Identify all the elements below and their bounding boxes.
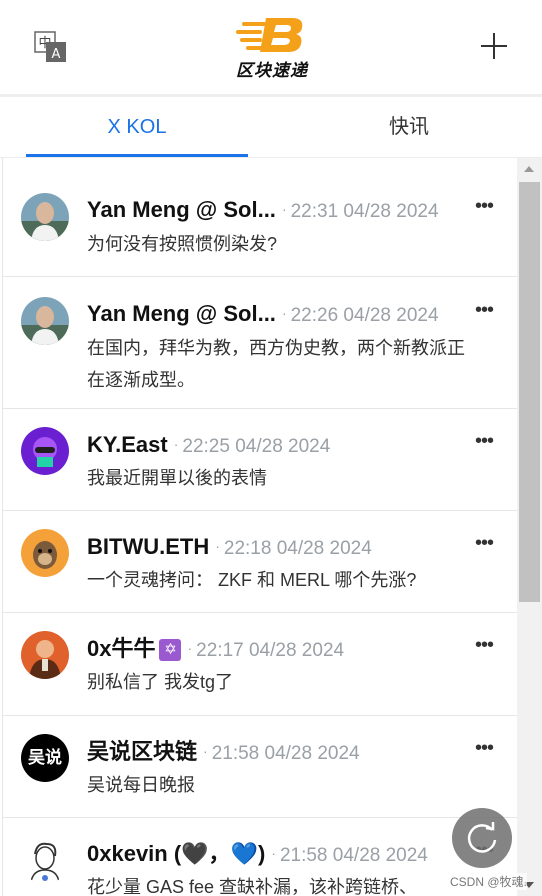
avatar[interactable] (21, 631, 69, 679)
avatar[interactable] (21, 193, 69, 241)
avatar[interactable] (21, 836, 69, 884)
post-header: BITWU.ETH · 22:18 04/28 2024 (87, 531, 467, 561)
svg-text:A: A (52, 47, 61, 62)
logo-b-icon (236, 18, 303, 52)
list-item[interactable]: KY.East · 22:25 04/28 2024 ••• 我最近開單以後的表情 (3, 409, 518, 511)
post-time: 22:26 04/28 2024 (290, 305, 439, 326)
more-options-icon[interactable]: ••• (471, 635, 497, 659)
post-content: 一个灵魂拷问： ZKF 和 MERL 哪个先涨? (87, 570, 417, 590)
post-time: 22:31 04/28 2024 (290, 201, 439, 222)
post-content: 我最近開單以後的表情 (87, 468, 267, 488)
more-options-icon[interactable]: ••• (471, 196, 497, 220)
post-time: 21:58 04/28 2024 (279, 845, 428, 866)
refresh-button[interactable] (452, 808, 512, 868)
tab-news[interactable]: 快讯 (298, 97, 520, 157)
list-item[interactable]: Yan Meng @ Sol... · 22:26 04/28 2024 ••• 在… (3, 277, 518, 409)
author-name[interactable]: Yan Meng @ Sol... (87, 301, 276, 326)
watermark-text: CSDN @牧魂. (450, 873, 527, 890)
separator-dot: · (203, 743, 208, 759)
scroll-up-arrow-icon[interactable] (524, 166, 534, 172)
tab-bar: X KOL 快讯 (0, 97, 542, 158)
post-time: 22:17 04/28 2024 (196, 640, 345, 661)
more-options-icon[interactable]: ••• (471, 738, 497, 762)
author-name[interactable]: 吴说区块链 (87, 739, 197, 764)
more-options-icon[interactable]: ••• (471, 431, 497, 455)
post-content: 花少量 GAS fee 查缺补漏，该补跨链桥、 (87, 877, 418, 896)
author-name[interactable]: 0xkevin (🖤，💙) (87, 841, 265, 866)
more-options-icon[interactable]: ••• (471, 533, 497, 557)
avatar[interactable] (21, 427, 69, 475)
verified-star-icon: ✡ (159, 639, 182, 661)
post-content: 在国内，拜华为教，西方伪史教，两个新教派正在逐渐成型。 (87, 338, 465, 390)
separator-dot: · (281, 305, 287, 321)
tab-x-kol[interactable]: X KOL (26, 97, 248, 157)
post-content: 吴说每日晚报 (87, 775, 195, 795)
separator-dot: · (281, 201, 287, 217)
post-content: 为何没有按照惯例染发? (87, 234, 278, 254)
post-header: Yan Meng @ Sol... · 22:26 04/28 2024 (87, 298, 467, 328)
translate-icon[interactable]: 中 A (34, 30, 68, 64)
avatar[interactable] (21, 297, 69, 345)
separator-dot: · (173, 436, 179, 452)
separator-dot: · (271, 845, 276, 861)
active-tab-indicator (26, 154, 248, 157)
scrollbar-thumb[interactable] (519, 182, 540, 602)
author-name[interactable]: Yan Meng @ Sol... (87, 197, 276, 222)
app-logo: 区块速递 (232, 12, 312, 81)
avatar-text: 吴说 (28, 748, 62, 768)
scrollbar[interactable] (517, 158, 542, 896)
add-icon[interactable] (478, 30, 510, 62)
kol-feed: Yan Meng @ Sol... · 22:31 04/28 2024 ••• 为… (2, 158, 518, 896)
post-header: 0x牛牛 ✡ · 22:17 04/28 2024 (87, 633, 467, 663)
list-item[interactable]: 吴说 吴说区块链 · 21:58 04/28 2024 ••• 吴说每日晚报 (3, 716, 518, 818)
author-name[interactable]: KY.East (87, 432, 168, 457)
separator-dot: · (187, 640, 193, 656)
author-name[interactable]: 0x牛牛 (87, 636, 155, 661)
post-time: 21:58 04/28 2024 (211, 743, 360, 764)
post-time: 22:25 04/28 2024 (182, 436, 331, 457)
post-header: 吴说区块链 · 21:58 04/28 2024 (87, 736, 467, 766)
list-item[interactable]: Yan Meng @ Sol... · 22:31 04/28 2024 ••• 为… (3, 158, 518, 277)
avatar[interactable]: 吴说 (21, 734, 69, 782)
list-item[interactable]: 0xkevin (🖤，💙)·21:58 04/28 2024 ••• 花少量 G… (3, 818, 518, 896)
separator-dot: · (215, 538, 220, 554)
refresh-icon (467, 822, 497, 853)
app-header: 中 A 区块速递 (0, 0, 542, 97)
post-header: 0xkevin (🖤，💙) · 21:58 04/28 2024 (87, 838, 467, 868)
list-item[interactable]: BITWU.ETH · 22:18 04/28 2024 ••• 一个灵魂拷问： Z… (3, 511, 518, 613)
more-options-icon[interactable]: ••• (471, 300, 497, 324)
logo-text: 区块速递 (236, 61, 308, 81)
avatar[interactable] (21, 529, 69, 577)
list-item[interactable]: 0x牛牛 ✡ · 22:17 04/28 2024 ••• 别私信了 我发tg了 (3, 613, 518, 716)
post-content: 别私信了 我发tg了 (87, 672, 234, 692)
post-time: 22:18 04/28 2024 (223, 538, 372, 559)
post-header: KY.East · 22:25 04/28 2024 (87, 429, 467, 459)
author-name[interactable]: BITWU.ETH (87, 534, 209, 559)
post-header: Yan Meng @ Sol... · 22:31 04/28 2024 (87, 194, 467, 224)
